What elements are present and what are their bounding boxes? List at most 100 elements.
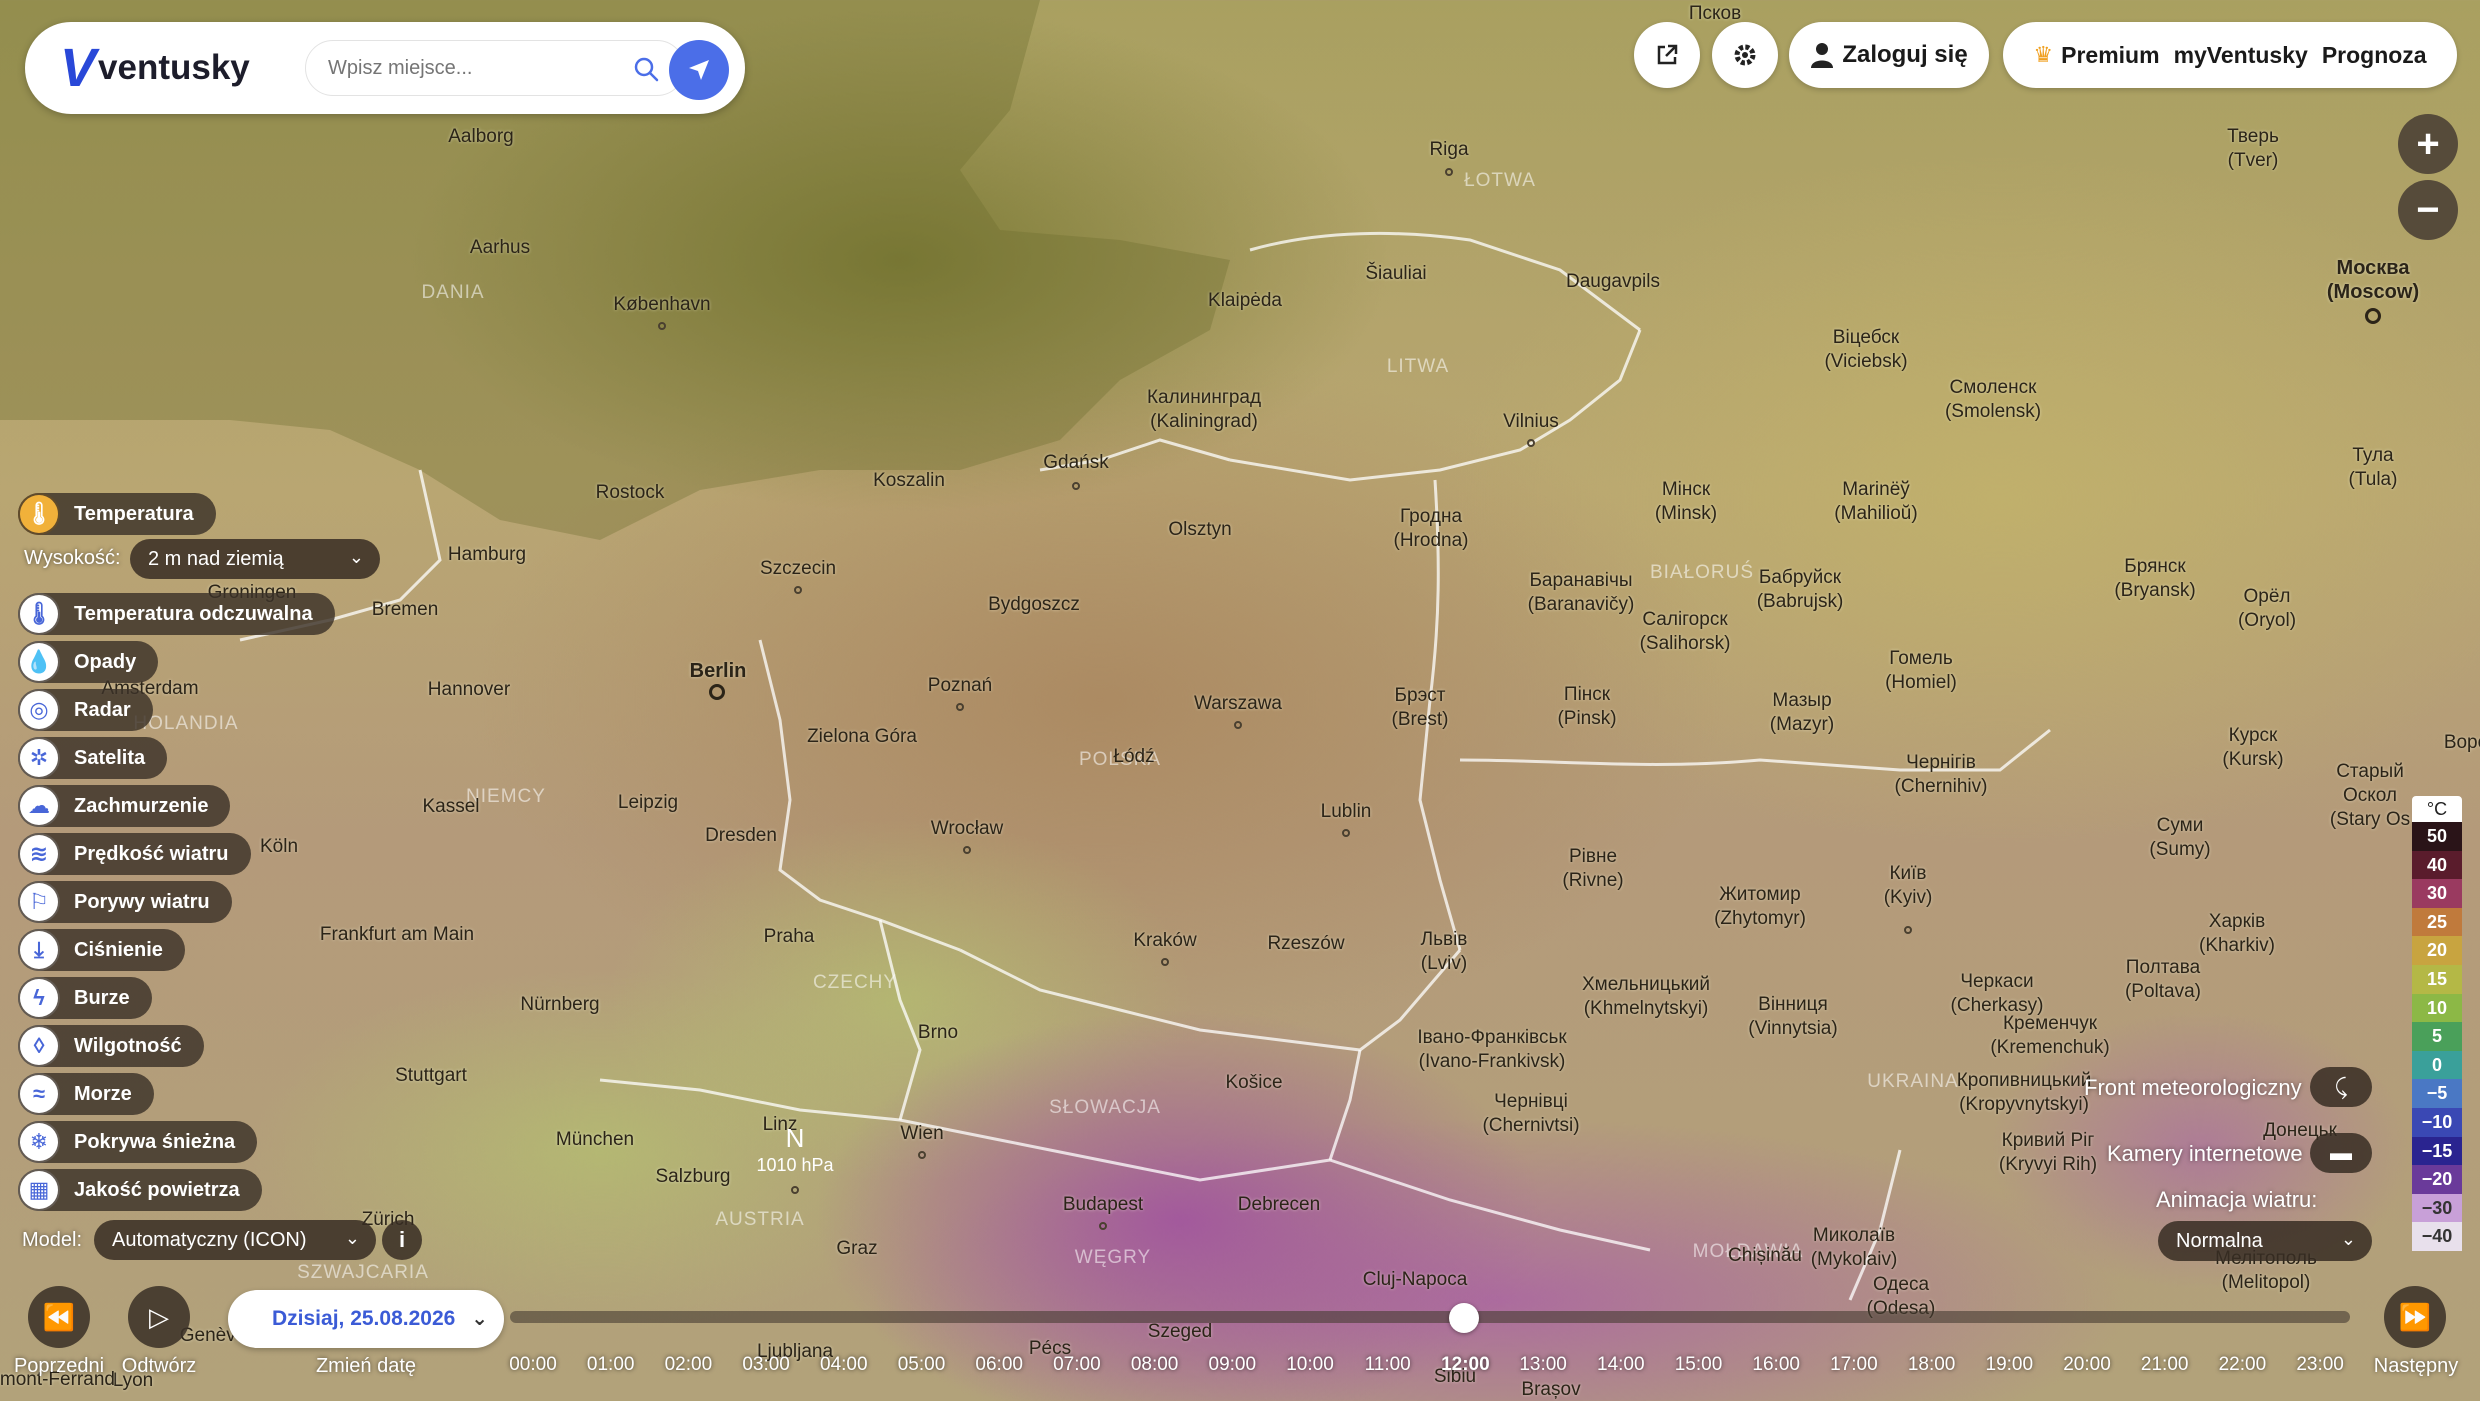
city-label[interactable]: Wien	[900, 1122, 943, 1146]
city-label[interactable]: Praha	[764, 925, 815, 949]
city-label[interactable]: Graz	[836, 1237, 877, 1261]
city-label[interactable]: Тула (Tula)	[2349, 444, 2398, 492]
city-label[interactable]: Koszalin	[873, 469, 945, 493]
weather-map[interactable]: ŁOTWA LITWA DANIA BIAŁORUŚ POLSKA NIEMCY…	[0, 0, 2480, 1401]
model-info-button[interactable]: i	[382, 1220, 422, 1260]
city-label[interactable]: Szczecin	[760, 557, 836, 581]
prognoza-link[interactable]: Prognoza	[2322, 42, 2427, 69]
share-button[interactable]	[1634, 22, 1700, 88]
city-label[interactable]: Gdańsk	[1043, 451, 1108, 475]
city-label[interactable]: Мінск (Minsk)	[1655, 478, 1717, 526]
model-select[interactable]: Automatyczny (ICON) ⌄	[94, 1220, 376, 1260]
height-select[interactable]: 2 m nad ziemią ⌄	[130, 539, 380, 579]
temperature-legend[interactable]: °C 50 40 30 25 20 15 10 5 0 −5 −10 −15 −20 −30 −40	[2412, 796, 2462, 1251]
city-label[interactable]: Пінск (Pinsk)	[1557, 683, 1616, 731]
premium-link[interactable]: Premium	[2061, 42, 2159, 69]
city-label[interactable]: Івано-Франківськ (Ivano-Frankivsk)	[1417, 1026, 1566, 1074]
city-label[interactable]: Klaipėda	[1208, 289, 1282, 313]
city-label[interactable]: Rzeszów	[1267, 932, 1344, 956]
city-label[interactable]: Poznań	[928, 674, 992, 698]
city-label[interactable]: Vilnius	[1503, 410, 1559, 434]
next-button[interactable]: ⏩	[2384, 1286, 2446, 1348]
city-label[interactable]: Debrecen	[1238, 1193, 1320, 1217]
city-label[interactable]: Kassel	[422, 795, 479, 819]
timeline-hour[interactable]: 12:00	[1441, 1354, 1490, 1376]
city-label[interactable]: Брэст (Brest)	[1392, 684, 1449, 732]
timeline-hour[interactable]: 17:00	[1830, 1354, 1878, 1376]
layer-wind-gusts[interactable]: ⚐ Porywy wiatru	[18, 881, 232, 923]
timeline-hour[interactable]: 18:00	[1908, 1354, 1956, 1376]
city-label[interactable]: Чернігів (Chernihiv)	[1895, 751, 1988, 799]
layer-feels-like[interactable]: 🌡 Temperatura odczuwalna	[18, 593, 335, 635]
timeline-hour[interactable]: 07:00	[1053, 1354, 1101, 1376]
layer-radar[interactable]: ◎ Radar	[18, 689, 153, 731]
city-label[interactable]: Frankfurt am Main	[320, 923, 474, 947]
search-box[interactable]	[305, 40, 685, 96]
city-label[interactable]: Marinёў (Mahilioŭ)	[1834, 478, 1917, 526]
timeline-hour[interactable]: 14:00	[1597, 1354, 1645, 1376]
zoom-out-button[interactable]: −	[2398, 180, 2458, 240]
timeline-hour[interactable]: 08:00	[1131, 1354, 1179, 1376]
city-label[interactable]: Aalborg	[448, 125, 514, 149]
city-label[interactable]: Olsztyn	[1168, 518, 1231, 542]
layer-humidity[interactable]: ◊ Wilgotność	[18, 1025, 204, 1067]
city-label[interactable]: Riga	[1429, 138, 1468, 162]
timeline-hour[interactable]: 22:00	[2219, 1354, 2267, 1376]
city-label[interactable]: Баранавічы (Baranavičy)	[1528, 569, 1635, 617]
city-label[interactable]: Чернівці (Chernivtsi)	[1482, 1090, 1579, 1138]
city-label[interactable]: Hamburg	[448, 543, 526, 567]
city-label[interactable]: Bremen	[372, 598, 439, 622]
city-label[interactable]: Dresden	[705, 824, 777, 848]
city-label[interactable]: Львів (Lviv)	[1421, 928, 1468, 976]
city-label[interactable]: Рівне (Rivne)	[1562, 845, 1623, 893]
city-label[interactable]: Brașov	[1521, 1378, 1580, 1401]
layer-clouds[interactable]: ☁ Zachmurzenie	[18, 785, 231, 827]
layer-sea[interactable]: ≈ Morze	[18, 1073, 154, 1115]
city-label[interactable]: Rostock	[596, 481, 665, 505]
city-label[interactable]: Київ (Kyiv)	[1884, 862, 1933, 910]
city-label[interactable]: Köln	[260, 835, 298, 859]
city-label[interactable]: Брянск (Bryansk)	[2114, 555, 2195, 603]
city-label[interactable]: Warszawa	[1194, 692, 1282, 716]
city-label[interactable]: Миколаїв (Mykolaiv)	[1811, 1224, 1898, 1272]
city-label[interactable]: Орёл (Oryol)	[2238, 585, 2296, 633]
city-label[interactable]: Мазыр (Mazyr)	[1770, 689, 1834, 737]
city-label[interactable]: Гомель (Homiel)	[1885, 647, 1957, 695]
timeline-hour[interactable]: 01:00	[587, 1354, 635, 1376]
city-label[interactable]: Daugavpils	[1566, 270, 1660, 294]
layer-precipitation[interactable]: 💧 Opady	[18, 641, 159, 683]
city-label[interactable]: Košice	[1225, 1071, 1282, 1095]
city-label[interactable]: Chișinău	[1728, 1244, 1802, 1268]
timeline-hour[interactable]: 20:00	[2063, 1354, 2111, 1376]
search-icon[interactable]	[632, 55, 660, 83]
timeline-hour[interactable]: 03:00	[742, 1354, 790, 1376]
city-label[interactable]: Житомир (Zhytomyr)	[1714, 883, 1806, 931]
city-label[interactable]: Cluj-Napoca	[1363, 1268, 1468, 1292]
city-label[interactable]: Воро	[2444, 731, 2480, 755]
city-label[interactable]: Смоленск (Smolensk)	[1945, 376, 2041, 424]
timeline-hour[interactable]: 15:00	[1675, 1354, 1723, 1376]
logo[interactable]: V ventusky	[60, 41, 250, 95]
city-label[interactable]: Кривий Ріг (Kryvyi Rih)	[1999, 1129, 2097, 1177]
wind-animation-select[interactable]: Normalna ⌄	[2158, 1221, 2372, 1261]
city-label[interactable]: Псков	[1689, 2, 1741, 26]
city-label[interactable]: Кременчук (Kremenchuk)	[1990, 1012, 2109, 1060]
city-label[interactable]: Hannover	[428, 678, 510, 702]
layer-air-quality[interactable]: ▦ Jakość powietrza	[18, 1169, 262, 1211]
myventusky-link[interactable]: myVentusky	[2174, 42, 2308, 69]
city-label[interactable]: Wrocław	[931, 817, 1004, 841]
layer-temperature[interactable]: 🌡 Temperatura	[18, 493, 216, 535]
layer-snow-cover[interactable]: ❄ Pokrywa śnieżna	[18, 1121, 258, 1163]
locate-button[interactable]	[669, 40, 729, 100]
city-label[interactable]: Kraków	[1133, 929, 1196, 953]
city-label[interactable]: Гродна (Hrodna)	[1394, 505, 1469, 553]
front-toggle[interactable]: ⤹	[2310, 1067, 2372, 1107]
layer-satellite[interactable]: ✲ Satelita	[18, 737, 168, 779]
city-label[interactable]: Lublin	[1321, 800, 1372, 824]
city-label[interactable]: Bydgoszcz	[988, 593, 1080, 617]
city-label[interactable]: Łódź	[1113, 745, 1154, 769]
city-label[interactable]: Brno	[918, 1021, 958, 1045]
city-label[interactable]: Leipzig	[618, 791, 678, 815]
layer-pressure[interactable]: ⤓ Ciśnienie	[18, 929, 185, 971]
timeline-hour[interactable]: 09:00	[1209, 1354, 1257, 1376]
